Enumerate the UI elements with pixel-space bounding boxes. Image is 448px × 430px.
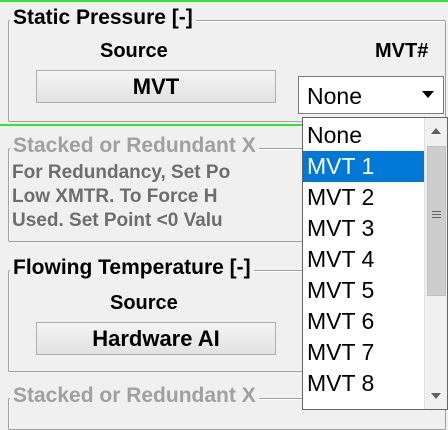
scroll-down-icon[interactable]: [425, 383, 447, 409]
static-pressure-legend: Static Pressure [-]: [10, 6, 196, 30]
dropdown-item-mvt-7[interactable]: MVT 7: [303, 337, 429, 368]
dropdown-item-mvt-1[interactable]: MVT 1: [303, 151, 429, 182]
stacked-redundant-legend-2: Stacked or Redundant X: [10, 384, 259, 408]
dropdown-scrollbar[interactable]: [424, 118, 447, 409]
flowing-temperature-legend: Flowing Temperature [-]: [10, 256, 254, 280]
mvt-number-combobox-value: None: [307, 83, 362, 109]
redundancy-help-line-3: Used. Set Point <0 Valu: [12, 210, 223, 231]
dropdown-item-mvt-4[interactable]: MVT 4: [303, 244, 429, 275]
flowing-temperature-source-button[interactable]: Hardware AI: [36, 322, 276, 355]
mvt-dropdown-list[interactable]: None MVT 1 MVT 2 MVT 3 MVT 4 MVT 5 MVT 6…: [302, 117, 448, 410]
top-green-line: [0, 0, 448, 2]
stacked-redundant-legend-1: Stacked or Redundant X: [10, 134, 259, 158]
static-pressure-source-button[interactable]: MVT: [36, 70, 276, 103]
scroll-thumb[interactable]: [427, 146, 446, 296]
dropdown-item-mvt-6[interactable]: MVT 6: [303, 306, 429, 337]
dropdown-item-mvt-2[interactable]: MVT 2: [303, 182, 429, 213]
mvt-number-combobox[interactable]: None: [298, 76, 444, 114]
redundancy-help-line-2: Low XMTR. To Force H: [12, 186, 218, 207]
scroll-up-icon[interactable]: [425, 118, 447, 144]
redundancy-help-line-1: For Redundancy, Set Po: [12, 162, 231, 183]
dropdown-item-mvt-3[interactable]: MVT 3: [303, 213, 429, 244]
scroll-grip-icon: [432, 211, 441, 219]
dropdown-item-mvt-8[interactable]: MVT 8: [303, 368, 429, 399]
chevron-down-icon[interactable]: [413, 77, 443, 113]
mvt-number-label: MVT#: [375, 40, 429, 62]
source-label: Source: [100, 40, 168, 62]
dropdown-item-mvt-5[interactable]: MVT 5: [303, 275, 429, 306]
flowing-temperature-source-label: Source: [110, 292, 178, 314]
dropdown-item-none[interactable]: None: [303, 120, 429, 151]
